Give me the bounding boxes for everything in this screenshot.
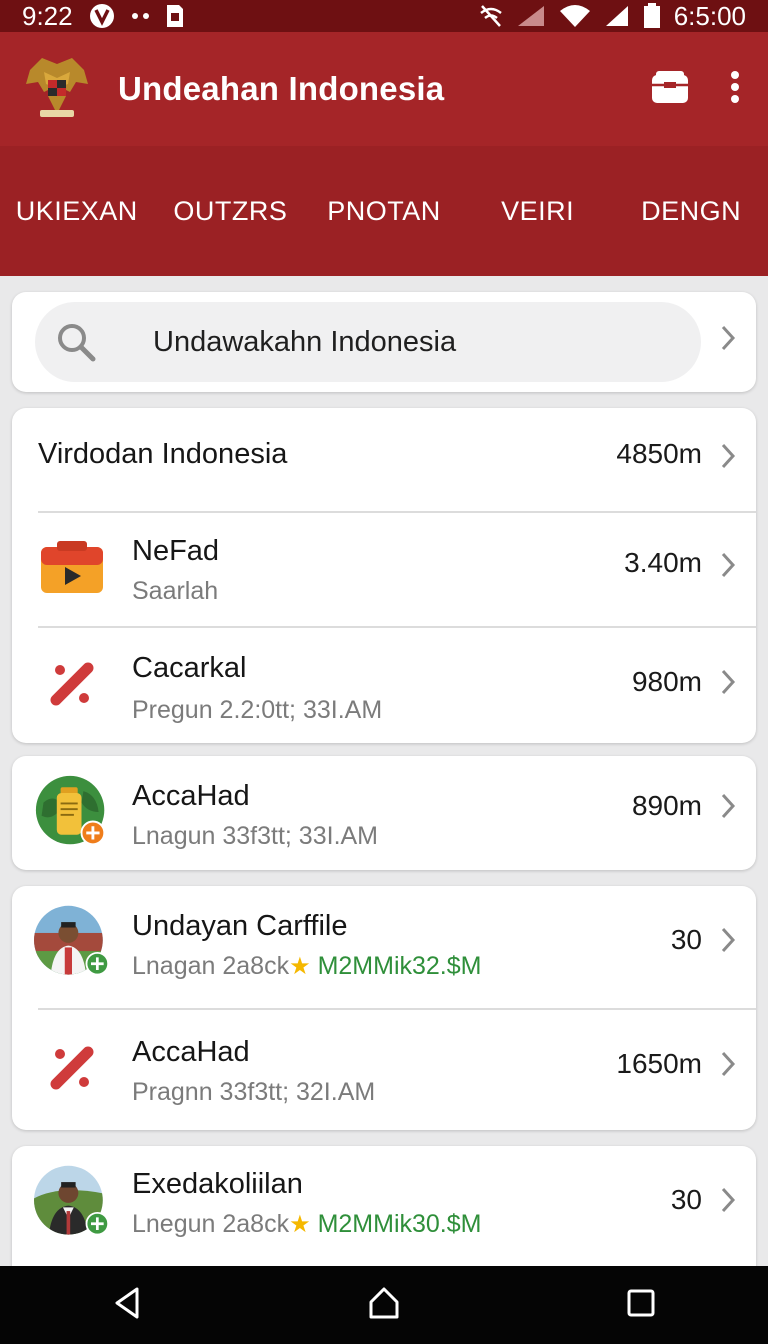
search-value: Undawakahn Indonesia	[153, 325, 457, 358]
star-icon: ★	[289, 953, 311, 980]
garuda-emblem-icon	[22, 54, 92, 124]
tab-outzrs[interactable]: OUTZRS	[154, 196, 308, 227]
cross-mark-icon	[34, 646, 110, 722]
item-title: Exedakoliilan	[132, 1168, 303, 1200]
item-value: 890m	[631, 790, 702, 821]
item-subtitle-green: M2MMik32.$M	[317, 952, 482, 980]
list-item[interactable]: Cacarkal Pregun 2.2:0tt; 33I.AM 980m	[12, 626, 756, 743]
item-title: AccaHad	[132, 1036, 250, 1068]
item-subtitle: Lnagun 33f3tt; 33I.AM	[132, 822, 379, 850]
home-icon[interactable]	[367, 1286, 401, 1325]
item-subtitle: Lnegun 2a8ck	[132, 1210, 290, 1238]
no-network-icon	[478, 3, 504, 29]
divider	[38, 626, 756, 628]
item-value: 1650m	[616, 1048, 702, 1079]
list-header-row[interactable]: Virdodan Indonesia 4850m	[12, 408, 756, 511]
item-value: 980m	[631, 666, 702, 697]
search-card: Undawakahn Indonesia	[12, 292, 756, 392]
item-title: Undayan Carffile	[132, 910, 348, 942]
item-value: 3.40m	[624, 547, 702, 578]
item-value: 30	[670, 1184, 702, 1215]
divider	[38, 1008, 756, 1010]
status-clock-right: 6:5:00	[673, 0, 746, 31]
tab-dengn[interactable]: DENGN	[614, 196, 768, 227]
item-title: NeFad	[132, 535, 220, 567]
app-title: Undeahan Indonesia	[118, 70, 445, 107]
item-subtitle-green: M2MMik30.$M	[317, 1210, 482, 1238]
tab-bar: UKIEXAN OUTZRS PNOTAN VEIRI DENGN	[0, 146, 768, 276]
item-subtitle: Pragnn 33f3tt; 32I.AM	[132, 1078, 376, 1106]
list-item[interactable]: AccaHad Pragnn 33f3tt; 32I.AM 1650m	[12, 1008, 756, 1130]
person-avatar-icon	[34, 904, 110, 980]
video-folder-icon	[34, 529, 110, 605]
item-subtitle-row: Lnegun 2a8ck★ M2MMik30.$M	[132, 1210, 481, 1239]
item-subtitle: Saarlah	[132, 577, 219, 605]
item-title: AccaHad	[132, 780, 250, 812]
item-title: Cacarkal	[132, 652, 247, 684]
tab-pnotan[interactable]: PNOTAN	[307, 196, 461, 227]
item-subtitle: Lnagan 2a8ck	[132, 952, 290, 980]
cross-mark-icon	[34, 1030, 110, 1106]
search-icon	[53, 321, 99, 363]
sim-icon	[165, 3, 185, 29]
battery-icon	[642, 3, 662, 29]
status-time: 9:22	[22, 0, 73, 31]
navigation-bar	[0, 1266, 768, 1344]
list-item[interactable]: AccaHad Lnagun 33f3tt; 33I.AM 890m	[12, 756, 756, 870]
folder-icon[interactable]	[650, 69, 690, 110]
status-bar: 9:22 6:5:00	[0, 0, 768, 32]
tab-ukiexan[interactable]: UKIEXAN	[0, 196, 154, 227]
signal-strength-icon	[604, 4, 630, 28]
chevron-right-icon	[720, 1050, 736, 1083]
list-card: Undayan Carffile Lnagan 2a8ck★ M2MMik32.…	[12, 886, 756, 1130]
list-item[interactable]: Exedakoliilan Lnegun 2a8ck★ M2MMik30.$M …	[12, 1146, 756, 1266]
chevron-right-icon	[720, 792, 736, 825]
more-vert-icon[interactable]	[730, 70, 740, 109]
signal-icon	[516, 4, 546, 28]
list-item[interactable]: Undayan Carffile Lnagan 2a8ck★ M2MMik32.…	[12, 886, 756, 1008]
chevron-right-icon	[720, 668, 736, 701]
item-subtitle: Pregun 2.2:0tt; 33I.AM	[132, 696, 383, 724]
bottle-avatar-icon	[34, 774, 110, 850]
dots-icon	[131, 12, 151, 20]
chevron-right-icon	[720, 551, 736, 584]
chevron-right-icon[interactable]	[720, 324, 736, 357]
chevron-right-icon	[720, 926, 736, 959]
vpn-icon	[87, 3, 117, 29]
list-header-title: Virdodan Indonesia	[38, 438, 288, 470]
chevron-right-icon	[720, 442, 736, 475]
item-subtitle-row: Lnagan 2a8ck★ M2MMik32.$M	[132, 952, 481, 981]
star-icon: ★	[289, 1211, 311, 1238]
search-input[interactable]: Undawakahn Indonesia	[35, 302, 701, 382]
person-avatar-icon	[34, 1164, 110, 1240]
chevron-right-icon	[720, 1186, 736, 1219]
recents-icon[interactable]	[626, 1288, 656, 1323]
back-icon[interactable]	[112, 1286, 142, 1325]
list-card: AccaHad Lnagun 33f3tt; 33I.AM 890m	[12, 756, 756, 870]
list-item[interactable]: NeFad Saarlah 3.40m	[12, 511, 756, 626]
item-value: 30	[670, 924, 702, 955]
divider	[38, 511, 756, 513]
list-card: Virdodan Indonesia 4850m NeFad Saarlah 3…	[12, 408, 756, 743]
tab-veiri[interactable]: VEIRI	[461, 196, 615, 227]
app-bar: Undeahan Indonesia	[0, 32, 768, 146]
wifi-icon	[558, 3, 592, 29]
list-header-value: 4850m	[616, 438, 702, 469]
list-card: Exedakoliilan Lnegun 2a8ck★ M2MMik30.$M …	[12, 1146, 756, 1286]
